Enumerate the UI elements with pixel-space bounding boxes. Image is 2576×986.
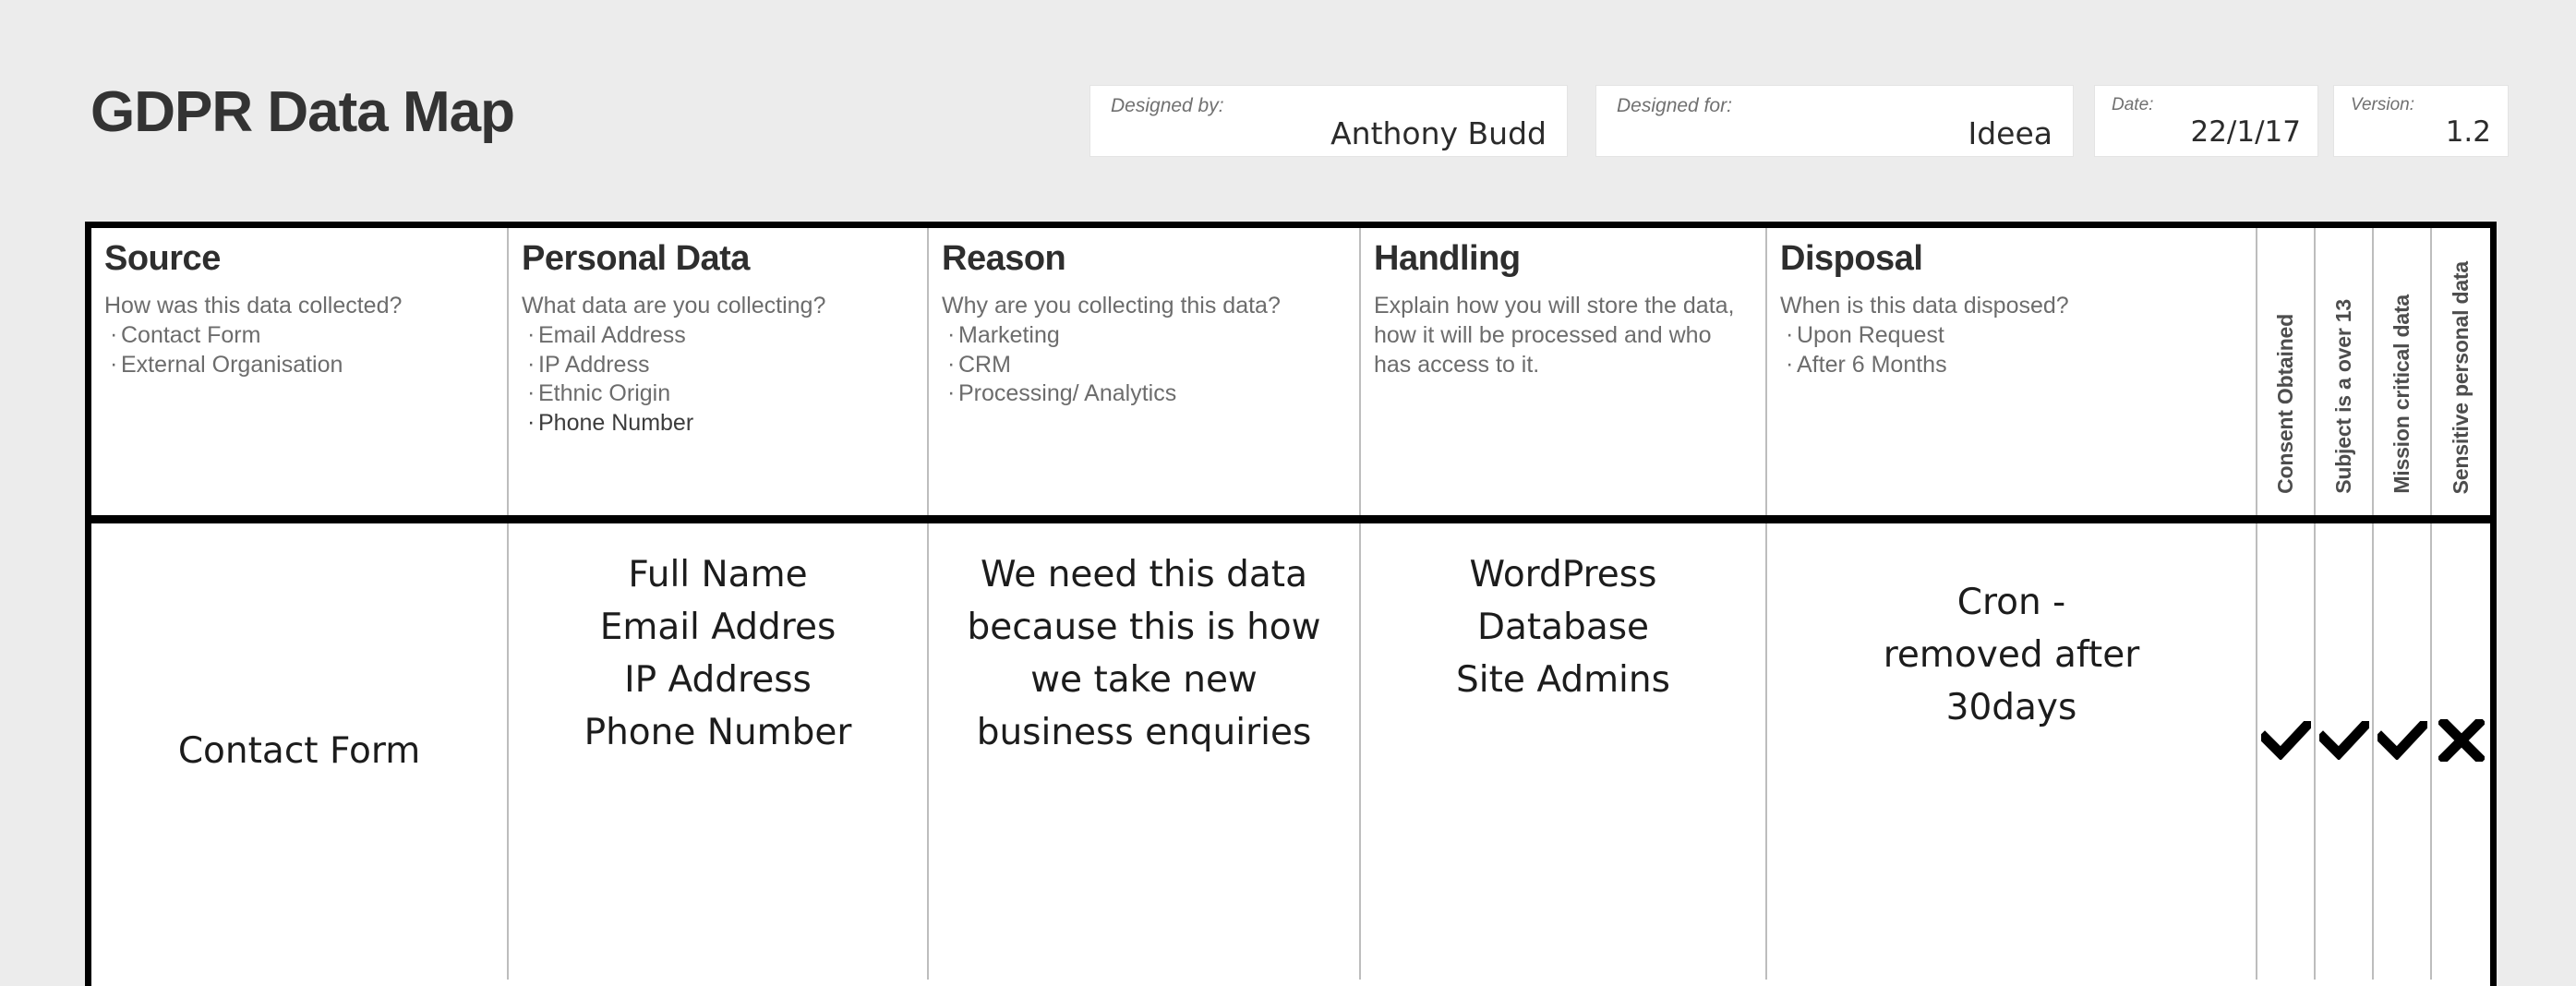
column-prompt-source: How was this data collected? — [104, 293, 403, 319]
column-title-personal-data: Personal Data — [522, 239, 750, 278]
designed-for-value: Ideea — [1968, 115, 2052, 151]
page-title: GDPR Data Map — [90, 80, 515, 144]
version-value: 1.2 — [2445, 115, 2491, 149]
example-item: Ethnic Origin — [522, 379, 914, 409]
cell-source[interactable]: Contact Form — [91, 523, 509, 980]
date-label: Date: — [2112, 95, 2154, 114]
column-prompt-personal-data: What data are you collecting? — [522, 293, 826, 319]
designed-for-label: Designed for: — [1617, 95, 1732, 116]
gdpr-data-map-page: GDPR Data Map Designed by: Anthony Budd … — [0, 0, 2576, 986]
cell-disposal[interactable]: Cron - removed after 30days — [1767, 523, 2257, 980]
example-item: CRM — [942, 350, 1346, 380]
column-header-consent-obtained: Consent Obtained — [2257, 228, 2316, 515]
column-header-subject-over-13: Subject is a over 13 — [2316, 228, 2374, 515]
designed-for-field[interactable]: Designed for: Ideea — [1595, 85, 2074, 157]
designed-by-field[interactable]: Designed by: Anthony Budd — [1089, 85, 1568, 157]
cell-consent-obtained[interactable] — [2257, 523, 2316, 980]
column-header-personal-data: Personal Data What data are you collecti… — [509, 228, 929, 515]
cell-subject-over-13[interactable] — [2316, 523, 2374, 980]
column-prompt-handling: Explain how you will store the data, how… — [1374, 293, 1735, 378]
column-prompt-reason: Why are you collecting this data? — [942, 293, 1281, 319]
cross-icon — [2432, 704, 2490, 765]
example-item: After 6 Months — [1780, 350, 2243, 380]
column-examples-disposal: Upon Request After 6 Months — [1780, 320, 2243, 380]
column-title-disposal: Disposal — [1780, 239, 1923, 278]
example-item: Processing/ Analytics — [942, 379, 1346, 409]
version-field[interactable]: Version: 1.2 — [2333, 85, 2509, 157]
cell-value-disposal: Cron - removed after 30days — [1883, 582, 2140, 728]
cell-value-reason: We need this data because this is how we… — [967, 554, 1321, 753]
cell-value-personal-data: Full Name Email Addres IP Address Phone Num… — [584, 554, 852, 753]
version-label: Version: — [2351, 95, 2414, 114]
flag-label: Subject is a over 13 — [2331, 299, 2355, 494]
column-header-sensitive-personal-data: Sensitive personal data — [2432, 228, 2490, 515]
example-item: Upon Request — [1780, 320, 2243, 351]
flag-label: Sensitive personal data — [2449, 260, 2473, 494]
designed-by-value: Anthony Budd — [1330, 115, 1547, 151]
example-item: External Organisation — [104, 350, 494, 380]
column-header-disposal: Disposal When is this data disposed? Upo… — [1767, 228, 2257, 515]
cell-sensitive-personal-data[interactable] — [2432, 523, 2490, 980]
column-title-handling: Handling — [1374, 239, 1521, 278]
check-icon — [2374, 704, 2430, 765]
cell-mission-critical-data[interactable] — [2374, 523, 2432, 980]
example-item: IP Address — [522, 350, 914, 380]
example-item: Marketing — [942, 320, 1346, 351]
example-item: Email Address — [522, 320, 914, 351]
table-header-row: Source How was this data collected? Cont… — [91, 228, 2490, 523]
check-icon — [2257, 704, 2314, 765]
cell-value-handling: WordPress Database Site Admins — [1456, 554, 1670, 701]
example-item: Phone Number — [522, 408, 914, 439]
cell-personal-data[interactable]: Full Name Email Addres IP Address Phone Num… — [509, 523, 929, 980]
flag-label: Consent Obtained — [2273, 314, 2297, 494]
date-field[interactable]: Date: 22/1/17 — [2094, 85, 2318, 157]
column-examples-personal-data: Email Address IP Address Ethnic Origin P… — [522, 320, 914, 439]
column-header-handling: Handling Explain how you will store the … — [1361, 228, 1767, 515]
cell-reason[interactable]: We need this data because this is how we… — [929, 523, 1361, 980]
date-value: 22/1/17 — [2190, 115, 2301, 149]
flag-label: Mission critical data — [2389, 295, 2413, 494]
table-row: Contact Form Full Name Email Addres IP Add… — [91, 523, 2490, 980]
example-item: Contact Form — [104, 320, 494, 351]
column-prompt-disposal: When is this data disposed? — [1780, 293, 2069, 319]
column-examples-source: Contact Form External Organisation — [104, 320, 494, 380]
document-header: GDPR Data Map Designed by: Anthony Budd … — [0, 0, 2576, 210]
cell-value-source: Contact Form — [177, 729, 421, 772]
column-header-source: Source How was this data collected? Cont… — [91, 228, 509, 515]
column-header-mission-critical-data: Mission critical data — [2374, 228, 2432, 515]
column-header-reason: Reason Why are you collecting this data?… — [929, 228, 1361, 515]
column-examples-reason: Marketing CRM Processing/ Analytics — [942, 320, 1346, 409]
designed-by-label: Designed by: — [1111, 95, 1224, 116]
cell-handling[interactable]: WordPress Database Site Admins — [1361, 523, 1767, 980]
column-title-source: Source — [104, 239, 221, 278]
data-map-table: Source How was this data collected? Cont… — [85, 222, 2497, 986]
column-title-reason: Reason — [942, 239, 1066, 278]
check-icon — [2316, 704, 2372, 765]
